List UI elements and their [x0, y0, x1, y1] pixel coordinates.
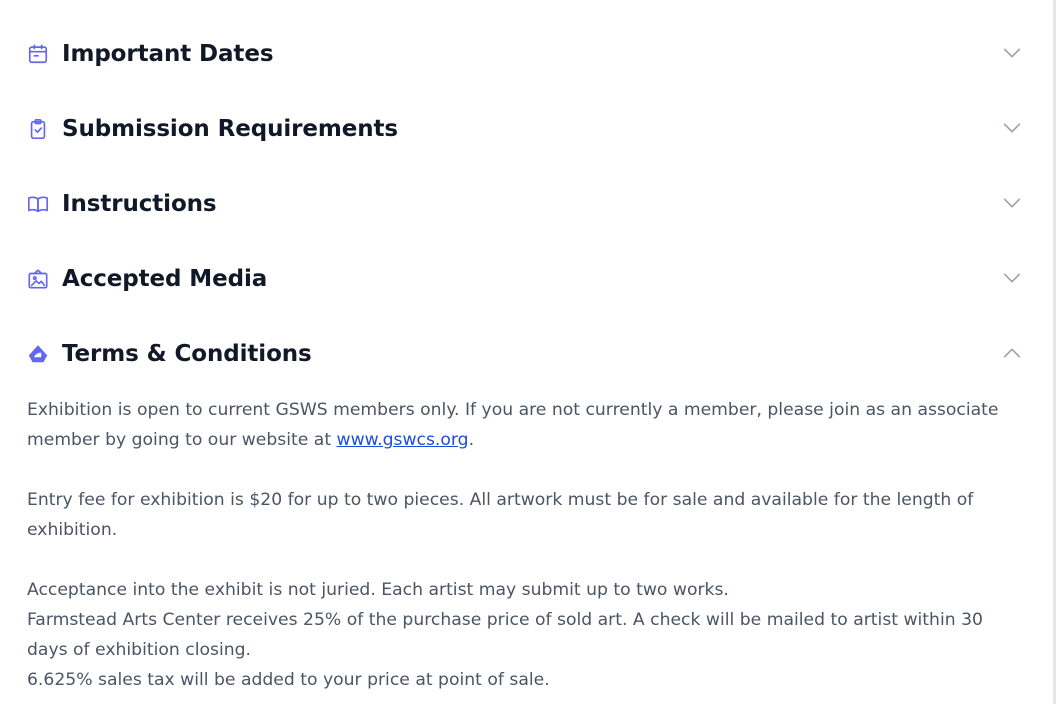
terms-paragraph-fee: Entry fee for exhibition is $20 for up t…	[27, 490, 974, 540]
page: Important Dates Submission Requirements	[0, 0, 1056, 704]
terms-text: Exhibition is open to current GSWS membe…	[27, 400, 999, 450]
accordion-title: Instructions	[62, 190, 217, 217]
terms-paragraph-tax: 6.625% sales tax will be added to your p…	[27, 670, 550, 690]
accordion-header-accepted-media[interactable]: Accepted Media	[27, 241, 1023, 316]
terms-content: Exhibition is open to current GSWS membe…	[27, 391, 1017, 695]
book-open-icon	[27, 192, 51, 216]
accordion-header-terms-conditions[interactable]: Terms & Conditions	[27, 316, 1023, 391]
image-frame-icon	[27, 267, 51, 291]
chevron-down-icon[interactable]	[1001, 117, 1023, 139]
terms-paragraph-acceptance: Acceptance into the exhibit is not jurie…	[27, 580, 729, 600]
chevron-down-icon[interactable]	[1001, 267, 1023, 289]
accordion-title: Accepted Media	[62, 265, 268, 292]
accordion-header-important-dates[interactable]: Important Dates	[27, 16, 1023, 91]
sailboat-icon	[27, 342, 51, 366]
terms-text: .	[468, 430, 475, 450]
clipboard-check-icon	[27, 117, 51, 141]
accordion-header-instructions[interactable]: Instructions	[27, 166, 1023, 241]
website-link[interactable]: www.gswcs.org	[337, 430, 469, 450]
terms-paragraph-commission: Farmstead Arts Center receives 25% of th…	[27, 610, 983, 660]
chevron-down-icon[interactable]	[1001, 192, 1023, 214]
calendar-icon	[27, 42, 51, 66]
chevron-up-icon[interactable]	[1001, 342, 1023, 364]
chevron-down-icon[interactable]	[1001, 42, 1023, 64]
accordion: Important Dates Submission Requirements	[27, 0, 1023, 695]
accordion-title: Important Dates	[62, 40, 274, 67]
accordion-title: Submission Requirements	[62, 115, 398, 142]
terms-paragraph-membership: Exhibition is open to current GSWS membe…	[27, 395, 1017, 455]
accordion-header-submission-requirements[interactable]: Submission Requirements	[27, 91, 1023, 166]
accordion-title: Terms & Conditions	[62, 340, 312, 367]
